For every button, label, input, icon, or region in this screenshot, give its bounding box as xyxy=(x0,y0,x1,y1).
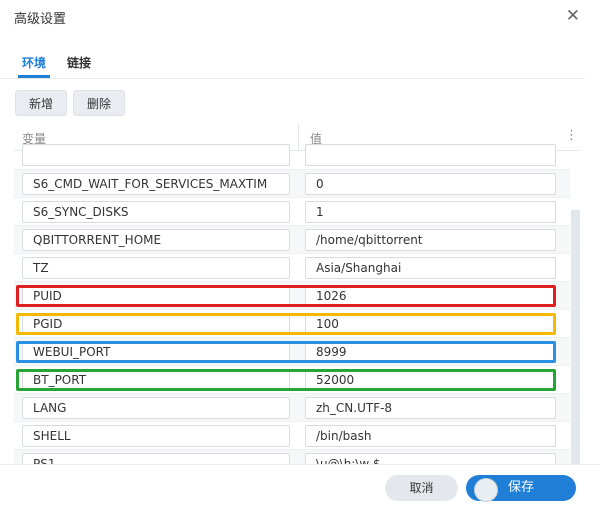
advanced-settings-dialog: 高级设置 ✕ 环境 链接 新增 删除 变量 值 ⋮ S6_CMD_WAIT_FO… xyxy=(0,0,600,511)
variable-name-input[interactable]: QBITTORRENT_HOME xyxy=(22,229,290,251)
table-row: PGID 100 xyxy=(14,310,570,338)
variable-name-input[interactable]: TZ xyxy=(22,257,290,279)
variable-value-input[interactable]: Asia/Shanghai xyxy=(305,257,556,279)
column-divider xyxy=(298,124,299,150)
variable-value-input[interactable]: 52000 xyxy=(305,369,556,391)
table-row: QBITTORRENT_HOME/home/qbittorrent xyxy=(14,226,570,254)
tab-bar: 环境 链接 xyxy=(0,44,585,79)
table-row: S6_CMD_WAIT_FOR_SERVICES_MAXTIM 0 xyxy=(14,170,570,198)
vertical-scrollbar[interactable] xyxy=(571,210,580,464)
table-row: TZ Asia/Shanghai xyxy=(14,254,570,282)
grid-rows: S6_CMD_WAIT_FOR_SERVICES_MAXTIM 0 S6_SYNC_… xyxy=(14,144,570,464)
table-row xyxy=(14,144,570,170)
tab-links[interactable]: 链接 xyxy=(67,54,91,71)
add-button[interactable]: 新增 xyxy=(15,90,68,116)
close-icon[interactable]: ✕ xyxy=(566,6,580,26)
variable-name-input[interactable]: S6_CMD_WAIT_FOR_SERVICES_MAXTIM xyxy=(22,173,290,195)
variable-name-input[interactable]: SHELL xyxy=(22,425,290,447)
table-row: LANG zh_CN.UTF-8 xyxy=(14,394,570,422)
table-row: SHELL/bin/bash xyxy=(14,422,570,450)
table-row: WEBUI_PORT 8999 xyxy=(14,338,570,366)
table-row: PUID 1026 xyxy=(14,282,570,310)
variable-value-input[interactable]: 1026 xyxy=(305,285,556,307)
table-row: PS1 \u@\h:\w $ xyxy=(14,450,570,464)
delete-button[interactable]: 删除 xyxy=(73,90,126,116)
scrollbar-thumb[interactable] xyxy=(571,210,580,464)
variable-name-input[interactable] xyxy=(22,144,290,166)
variable-value-input[interactable]: zh_CN.UTF-8 xyxy=(305,397,556,419)
table-row: BT_PORT 52000 xyxy=(14,366,570,394)
variable-value-input[interactable] xyxy=(305,144,556,166)
column-menu-icon[interactable]: ⋮ xyxy=(565,128,578,143)
variable-value-input[interactable]: 0 xyxy=(305,173,556,195)
variable-value-input[interactable]: /home/qbittorrent xyxy=(305,229,556,251)
variable-value-input[interactable]: 100 xyxy=(305,313,556,335)
variable-name-input[interactable]: S6_SYNC_DISKS xyxy=(22,201,290,223)
active-tab-indicator xyxy=(18,75,50,78)
variable-name-input[interactable]: BT_PORT xyxy=(22,369,290,391)
tab-environment[interactable]: 环境 xyxy=(22,54,46,71)
variable-name-input[interactable]: PGID xyxy=(22,313,290,335)
table-row: S6_SYNC_DISKS 1 xyxy=(14,198,570,226)
footer-divider xyxy=(0,464,600,465)
variable-name-input[interactable]: PS1 xyxy=(22,453,290,464)
variable-name-input[interactable]: PUID xyxy=(22,285,290,307)
variable-value-input[interactable]: 8999 xyxy=(305,341,556,363)
env-variable-grid: 变量 值 ⋮ S6_CMD_WAIT_FOR_SERVICES_MAXTIM 0 S… xyxy=(14,124,580,464)
cancel-button[interactable]: 取消 xyxy=(385,475,458,501)
dialog-title: 高级设置 xyxy=(14,12,67,27)
variable-name-input[interactable]: LANG xyxy=(22,397,290,419)
variable-name-input[interactable]: WEBUI_PORT xyxy=(22,341,290,363)
watermark-logo-icon xyxy=(474,478,498,502)
variable-value-input[interactable]: \u@\h:\w $ xyxy=(305,453,556,464)
variable-value-input[interactable]: /bin/bash xyxy=(305,425,556,447)
variable-value-input[interactable]: 1 xyxy=(305,201,556,223)
